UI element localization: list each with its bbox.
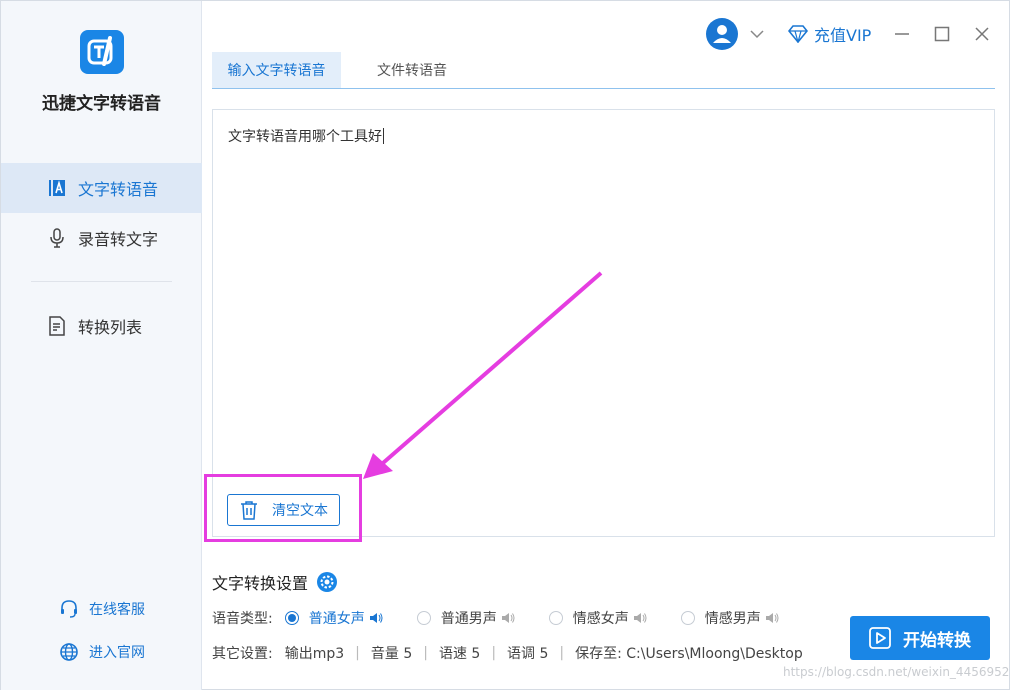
other-settings-row: 其它设置: 输出mp3 | 音量 5 | 语速 5 | 语调 5 | 保存至: … bbox=[212, 643, 803, 663]
vip-recharge-button[interactable]: 充值VIP bbox=[787, 22, 872, 46]
separator: | bbox=[355, 645, 360, 661]
volume-setting[interactable]: 音量 5 bbox=[371, 643, 412, 663]
radio-button[interactable] bbox=[680, 611, 695, 625]
separator: | bbox=[423, 645, 428, 661]
speaker-icon[interactable] bbox=[369, 612, 383, 624]
official-site-label: 进入官网 bbox=[89, 645, 145, 661]
start-convert-button[interactable]: 开始转换 bbox=[850, 616, 990, 660]
speaker-icon[interactable] bbox=[765, 612, 779, 624]
diamond-icon bbox=[787, 25, 809, 45]
sidebar: 迅捷文字转语音 文字转语音 录音转文字 转换列表 在线客服 进入官网 bbox=[1, 1, 202, 690]
save-path-setting[interactable]: 保存至: C:\Users\Mloong\Desktop bbox=[575, 643, 803, 663]
voice-option-normal-female[interactable]: 普通女声 bbox=[284, 608, 383, 628]
globe-icon bbox=[59, 642, 79, 662]
voice-type-label: 语音类型: bbox=[212, 611, 273, 627]
speed-setting[interactable]: 语速 5 bbox=[439, 643, 480, 663]
start-convert-label: 开始转换 bbox=[903, 630, 971, 651]
sidebar-item-label: 文字转语音 bbox=[78, 180, 159, 199]
sidebar-item-text-to-speech[interactable]: 文字转语音 bbox=[1, 163, 202, 213]
voice-option-emotional-male[interactable]: 情感男声 bbox=[680, 608, 779, 628]
radio-button[interactable] bbox=[284, 611, 299, 625]
maximize-icon[interactable] bbox=[933, 25, 951, 43]
vip-label: 充值VIP bbox=[814, 26, 872, 45]
voice-option-emotional-female[interactable]: 情感女声 bbox=[548, 608, 647, 628]
separator: | bbox=[491, 645, 497, 661]
text-a-icon bbox=[46, 178, 68, 198]
app-logo bbox=[80, 30, 124, 74]
text-editor[interactable]: 文字转语音用哪个工具好 清空文本 bbox=[212, 109, 995, 537]
microphone-icon bbox=[46, 228, 68, 248]
chevron-down-icon[interactable] bbox=[748, 25, 766, 43]
radio-button[interactable] bbox=[548, 611, 563, 625]
speaker-icon[interactable] bbox=[501, 612, 515, 624]
annotation-highlight-box bbox=[204, 474, 362, 542]
other-settings-label: 其它设置: bbox=[212, 646, 273, 662]
app-name: 迅捷文字转语音 bbox=[42, 94, 161, 114]
sidebar-item-label: 转换列表 bbox=[78, 318, 143, 337]
sidebar-item-label: 录音转文字 bbox=[78, 230, 159, 249]
speaker-icon[interactable] bbox=[633, 612, 647, 624]
settings-title: 文字转换设置 bbox=[212, 570, 338, 594]
pitch-setting[interactable]: 语调 5 bbox=[507, 643, 548, 663]
separator: | bbox=[559, 645, 565, 661]
radio-button[interactable] bbox=[416, 611, 431, 625]
online-support-link[interactable]: 在线客服 bbox=[59, 599, 145, 619]
close-icon[interactable] bbox=[973, 25, 991, 43]
avatar[interactable] bbox=[706, 18, 738, 50]
sidebar-item-convert-list[interactable]: 转换列表 bbox=[1, 301, 202, 351]
tab-input-text-to-speech[interactable]: 输入文字转语音 bbox=[212, 52, 341, 88]
play-icon bbox=[869, 627, 891, 649]
sidebar-divider bbox=[31, 281, 172, 282]
headset-icon bbox=[59, 599, 79, 619]
tab-bar: 输入文字转语音 文件转语音 bbox=[212, 52, 995, 89]
list-document-icon bbox=[46, 316, 68, 336]
output-format-setting[interactable]: 输出mp3 bbox=[285, 643, 344, 663]
voice-option-normal-male[interactable]: 普通男声 bbox=[416, 608, 515, 628]
editor-text-content[interactable]: 文字转语音用哪个工具好 bbox=[228, 126, 384, 146]
online-support-label: 在线客服 bbox=[89, 602, 145, 618]
minimize-icon[interactable] bbox=[893, 25, 911, 43]
voice-type-row: 语音类型: 普通女声 普通男声 情感女声 情感男声 bbox=[212, 607, 813, 629]
tab-file-to-speech[interactable]: 文件转语音 bbox=[352, 52, 472, 88]
app-window: 迅捷文字转语音 文字转语音 录音转文字 转换列表 在线客服 进入官网 充值VIP… bbox=[0, 0, 1010, 690]
sidebar-item-speech-to-text[interactable]: 录音转文字 bbox=[1, 213, 202, 263]
titlebar-controls: 充值VIP bbox=[706, 17, 991, 51]
settings-gear-icon[interactable] bbox=[316, 571, 338, 593]
official-site-link[interactable]: 进入官网 bbox=[59, 642, 145, 662]
text-caret bbox=[383, 128, 384, 144]
watermark: https://blog.csdn.net/weixin_44569520 bbox=[783, 665, 1010, 679]
